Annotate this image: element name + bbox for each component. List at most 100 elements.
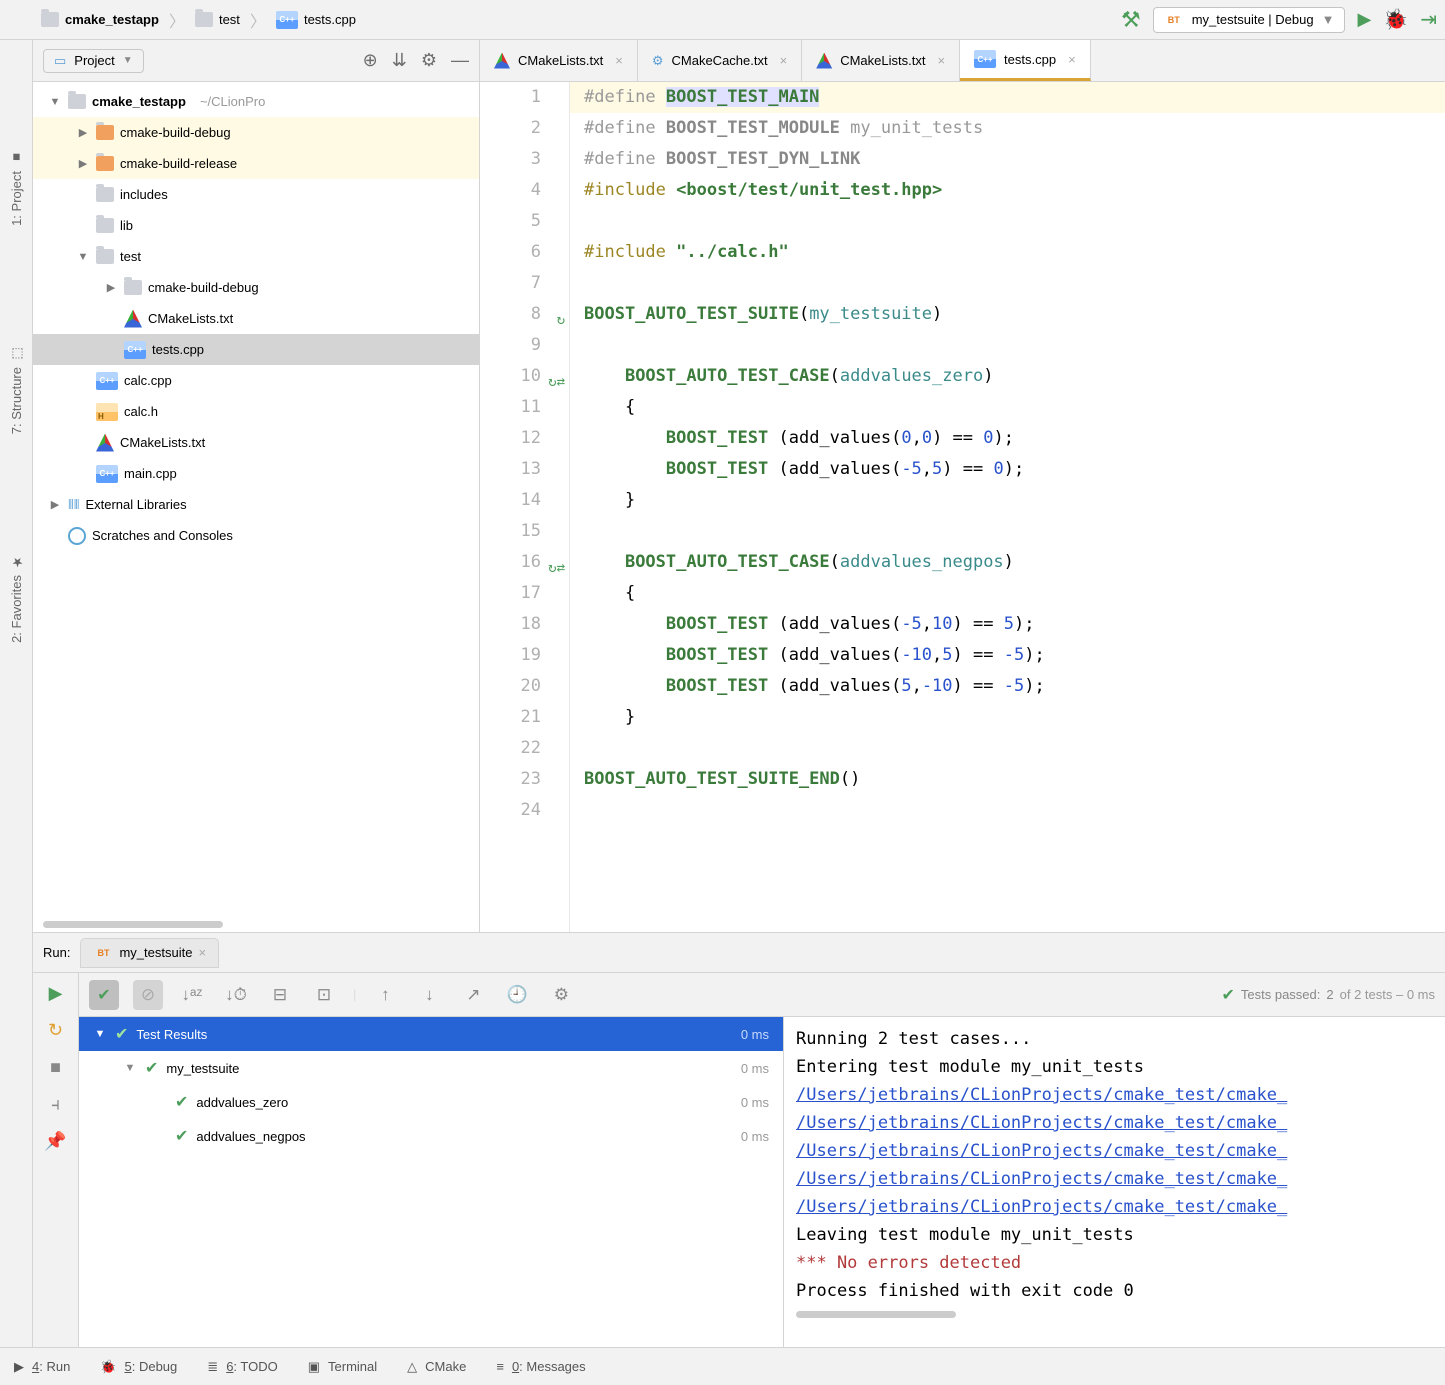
run-tab[interactable]: BT my_testsuite ×	[80, 938, 219, 968]
bottom-tool-debug[interactable]: 🐞5: Debug	[100, 1359, 177, 1375]
test-result-row[interactable]: ✔addvalues_negpos0 ms	[79, 1119, 783, 1153]
close-icon[interactable]: ×	[615, 53, 623, 68]
tool-window-project[interactable]: 1: Project■	[9, 150, 24, 226]
tree-item[interactable]: ▼test	[33, 241, 479, 272]
chevron-right-icon: 〉	[250, 8, 266, 32]
test-status: ✔ Tests passed: 2 of 2 tests – 0 ms	[1221, 985, 1435, 1005]
test-tree[interactable]: ▼✔Test Results0 ms▼✔my_testsuite0 ms✔add…	[79, 1017, 784, 1347]
settings-icon[interactable]: ⚙	[421, 50, 437, 71]
expand-button[interactable]: ⊟	[265, 980, 295, 1010]
rerun-failed-button[interactable]: ↻	[48, 1020, 63, 1041]
run-config-area: ⚒ BT my_testsuite | Debug ▼ ▶ 🐞 ⇥	[1121, 7, 1437, 33]
scrollbar[interactable]	[33, 916, 479, 932]
test-result-row[interactable]: ▼✔Test Results0 ms	[79, 1017, 783, 1051]
bottom-tool-terminal[interactable]: ▣Terminal	[308, 1359, 377, 1375]
breadcrumb-root[interactable]: cmake_testapp	[35, 9, 165, 30]
editor-tab[interactable]: CMakeLists.txt×	[480, 40, 638, 81]
console-line: /Users/jetbrains/CLionProjects/cmake_tes…	[796, 1193, 1433, 1221]
project-icon: ▭	[54, 53, 66, 69]
tree-item[interactable]: CMakeLists.txt	[33, 303, 479, 334]
test-result-row[interactable]: ✔addvalues_zero0 ms	[79, 1085, 783, 1119]
bottom-tool-todo[interactable]: ≣6: TODO	[207, 1359, 277, 1375]
code-content[interactable]: #define BOOST_TEST_MAIN#define BOOST_TES…	[570, 82, 1445, 932]
console-line: Entering test module my_unit_tests	[796, 1053, 1433, 1081]
hide-icon[interactable]: —	[451, 50, 469, 71]
history-button[interactable]: 🕘	[502, 980, 532, 1010]
tool-window-favorites[interactable]: 2: Favorites★	[9, 554, 24, 643]
console-line: Leaving test module my_unit_tests	[796, 1221, 1433, 1249]
tree-item[interactable]: ▶cmake-build-debug	[33, 272, 479, 303]
sort-duration-button[interactable]: ↓⏱	[221, 980, 251, 1010]
close-icon[interactable]: ×	[780, 53, 788, 68]
editor-tab[interactable]: C++tests.cpp×	[960, 40, 1091, 81]
code-editor[interactable]: 12345678↻910↻⇄111213141516↻⇄171819202122…	[480, 82, 1445, 932]
tree-item[interactable]: C++main.cpp	[33, 458, 479, 489]
tree-item[interactable]: ▶cmake-build-release	[33, 148, 479, 179]
line-gutter[interactable]: 12345678↻910↻⇄111213141516↻⇄171819202122…	[480, 82, 570, 932]
run-toolbar: ✔ ⊘ ↓ᵃᶻ ↓⏱ ⊟ ⊡ | ↑ ↓ ↗ 🕘 ⚙ ✔	[79, 973, 1445, 1017]
folder-icon	[195, 12, 213, 27]
boost-test-icon: BT	[93, 945, 113, 961]
editor-area: CMakeLists.txt×⚙CMakeCache.txt×CMakeList…	[480, 40, 1445, 932]
tree-item[interactable]: CMakeLists.txt	[33, 427, 479, 458]
project-panel-header: ▭ Project ▼ ⊕ ⇊ ⚙ —	[33, 40, 479, 82]
breadcrumb-file[interactable]: C++tests.cpp	[270, 8, 362, 32]
run-with-coverage-button[interactable]: ⇥	[1420, 7, 1437, 32]
project-tree[interactable]: ▼cmake_testapp~/CLionPro▶cmake-build-deb…	[33, 82, 479, 916]
build-button[interactable]: ⚒	[1121, 7, 1141, 33]
show-ignored-button[interactable]: ⊘	[133, 980, 163, 1010]
collapse-icon[interactable]: ⇊	[392, 50, 407, 71]
run-button[interactable]: ▶	[1357, 9, 1371, 30]
tree-item[interactable]: includes	[33, 179, 479, 210]
show-passed-button[interactable]: ✔	[89, 980, 119, 1010]
close-icon[interactable]: ×	[1068, 52, 1076, 67]
breadcrumb-folder[interactable]: test	[189, 9, 246, 30]
close-icon[interactable]: ×	[198, 945, 206, 960]
chevron-down-icon: ▼	[1322, 12, 1335, 27]
run-side-toolbar: ▶ ↻ ■ ⫞ 📌	[33, 973, 79, 1347]
tree-item[interactable]: lib	[33, 210, 479, 241]
test-result-row[interactable]: ▼✔my_testsuite0 ms	[79, 1051, 783, 1085]
project-view-dropdown[interactable]: ▭ Project ▼	[43, 49, 144, 73]
editor-tabs: CMakeLists.txt×⚙CMakeCache.txt×CMakeList…	[480, 40, 1445, 82]
locate-icon[interactable]: ⊕	[363, 50, 378, 71]
stop-button[interactable]: ■	[50, 1057, 61, 1078]
editor-tab[interactable]: CMakeLists.txt×	[802, 40, 960, 81]
bottom-tool-cmake[interactable]: △CMake	[407, 1359, 466, 1375]
run-panel-tabs: Run: BT my_testsuite ×	[33, 933, 1445, 973]
next-button[interactable]: ↓	[414, 980, 444, 1010]
tool-window-structure[interactable]: 7: Structure⬚	[9, 346, 24, 434]
console-line: /Users/jetbrains/CLionProjects/cmake_tes…	[796, 1137, 1433, 1165]
cpp-icon: C++	[276, 11, 298, 29]
console-output[interactable]: Running 2 test cases...Entering test mod…	[784, 1017, 1445, 1347]
run-config-dropdown[interactable]: BT my_testsuite | Debug ▼	[1153, 7, 1346, 33]
rerun-button[interactable]: ▶	[49, 983, 63, 1004]
tree-scratches[interactable]: Scratches and Consoles	[33, 520, 479, 551]
prev-button[interactable]: ↑	[370, 980, 400, 1010]
tree-item[interactable]: ▶cmake-build-debug	[33, 117, 479, 148]
tree-item[interactable]: C++tests.cpp	[33, 334, 479, 365]
left-tool-gutter: 1: Project■ 7: Structure⬚ 2: Favorites★	[0, 40, 33, 1347]
boost-test-icon: BT	[1164, 12, 1184, 28]
chevron-down-icon: ▼	[123, 55, 133, 66]
console-line: *** No errors detected	[796, 1249, 1433, 1277]
sort-button[interactable]: ↓ᵃᶻ	[177, 980, 207, 1010]
debug-button[interactable]: 🐞	[1383, 7, 1408, 32]
run-panel: Run: BT my_testsuite × ▶ ↻ ■ ⫞ 📌 ✔	[33, 932, 1445, 1347]
bottom-tool-messages[interactable]: ≡0: Messages	[496, 1359, 585, 1374]
export-button[interactable]: ↗	[458, 980, 488, 1010]
breadcrumb: cmake_testapp 〉 test 〉 C++tests.cpp	[35, 8, 1121, 32]
tree-external-libs[interactable]: ▶⦀⦀External Libraries	[33, 489, 479, 520]
tree-root[interactable]: ▼cmake_testapp~/CLionPro	[33, 86, 479, 117]
pin-button[interactable]: 📌	[44, 1131, 66, 1152]
scrollbar[interactable]	[796, 1311, 956, 1318]
check-icon: ✔	[1221, 985, 1234, 1005]
editor-tab[interactable]: ⚙CMakeCache.txt×	[638, 40, 802, 81]
layout-button[interactable]: ⫞	[51, 1094, 60, 1115]
settings-button[interactable]: ⚙	[546, 980, 576, 1010]
tree-item[interactable]: C++calc.cpp	[33, 365, 479, 396]
tree-item[interactable]: Hcalc.h	[33, 396, 479, 427]
close-icon[interactable]: ×	[937, 53, 945, 68]
bottom-tool-run[interactable]: ▶4: Run	[14, 1359, 70, 1375]
collapse-button[interactable]: ⊡	[309, 980, 339, 1010]
